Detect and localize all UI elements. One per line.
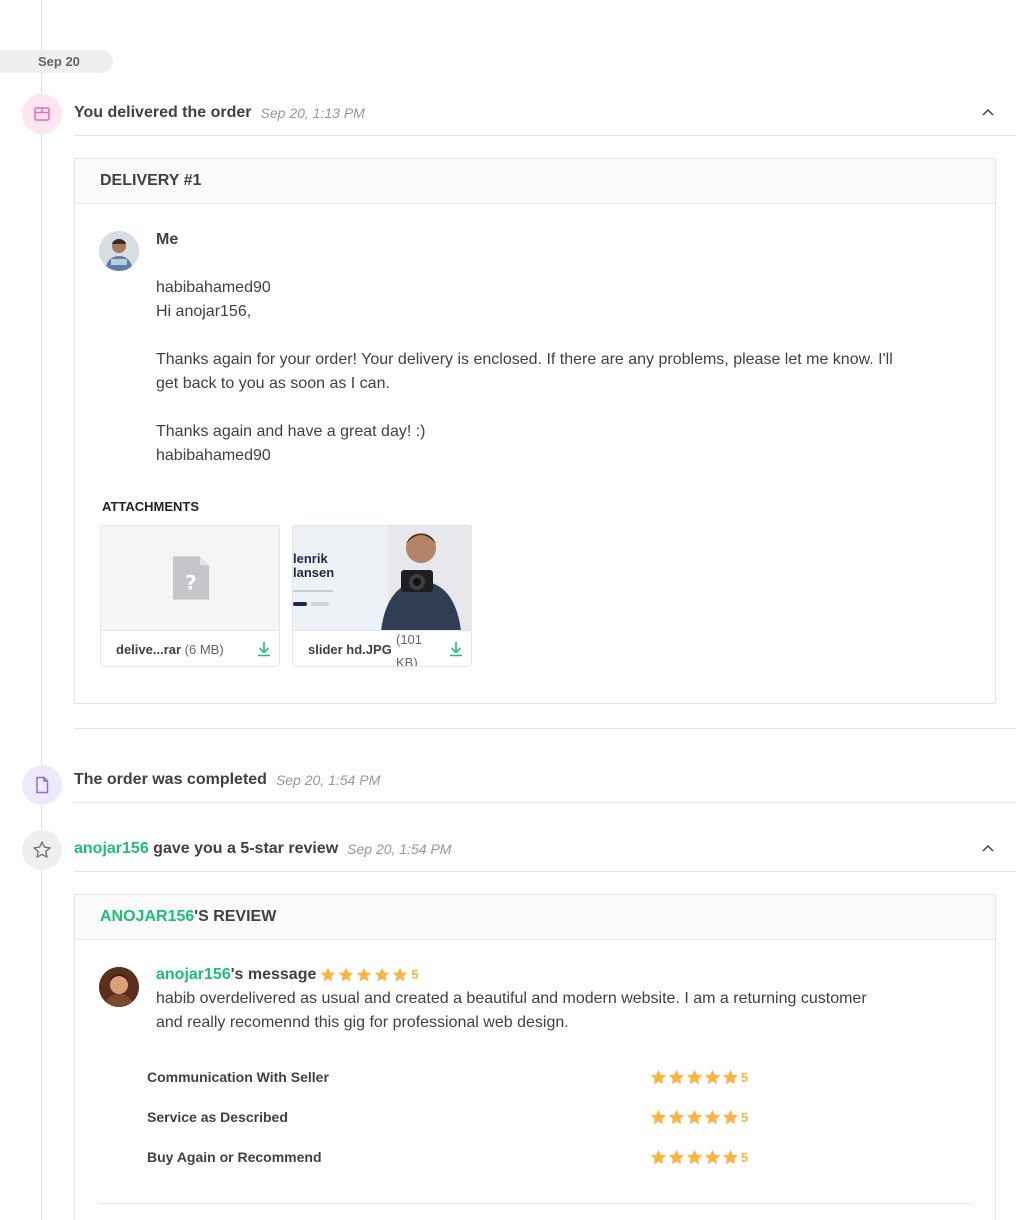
thumbnail-text: lansen <box>293 565 335 580</box>
avatar <box>99 967 139 1007</box>
star-icon <box>393 967 408 982</box>
review-card: ANOJAR156'S REVIEW anojar156's message 5… <box>74 894 996 1220</box>
rating-score: 5 <box>741 1150 749 1165</box>
star-icon <box>650 1149 667 1165</box>
attachment-thumbnail: ? <box>101 526 279 631</box>
download-icon[interactable] <box>449 641 463 657</box>
star-icon <box>321 967 336 982</box>
criteria-rating: 5 <box>650 1109 748 1126</box>
star-icon <box>650 1069 667 1085</box>
attachment-card[interactable]: ? delive...rar (6 MB) <box>100 525 280 667</box>
message-line: habibahamed90 <box>156 279 271 296</box>
reviewer-link[interactable]: anojar156 <box>74 840 149 857</box>
message-suffix: 's message <box>230 966 317 983</box>
star-icon <box>357 967 372 982</box>
file-name: slider hd.JPG <box>308 642 392 657</box>
star-icon <box>668 1109 685 1125</box>
review-message-heading: anojar156's message 5 <box>156 965 419 985</box>
event-delivered[interactable]: You delivered the order Sep 20, 1:13 PM <box>74 91 1016 136</box>
file-size-line: KB) <box>396 655 418 667</box>
unknown-file-icon: ? <box>173 556 209 600</box>
file-size-line: (101 <box>396 632 423 647</box>
divider <box>74 728 1016 729</box>
star-icon <box>704 1149 721 1165</box>
event-title: anojar156 gave you a 5-star review <box>74 840 338 858</box>
star-icon <box>686 1069 703 1085</box>
star-icon <box>339 967 354 982</box>
review-text: and really recomennd this gig for profes… <box>156 1014 569 1031</box>
criteria-rating: 5 <box>650 1069 748 1086</box>
rating-score: 5 <box>411 967 419 982</box>
event-title: The order was completed <box>74 771 267 788</box>
delivery-header: DELIVERY #1 <box>75 159 995 204</box>
star-icon <box>722 1149 739 1165</box>
svg-text:?: ? <box>185 572 196 595</box>
delivery-card: DELIVERY #1 Me habibahamed90 Hi anojar15… <box>74 158 996 704</box>
date-separator: Sep 20 <box>0 50 113 73</box>
event-completed: The order was completed Sep 20, 1:54 PM <box>74 758 1016 803</box>
star-icon <box>686 1109 703 1125</box>
thumbnail-text: lenrik <box>293 551 328 566</box>
criteria-row: Communication With Seller 5 <box>147 1069 757 1089</box>
package-icon <box>22 94 62 134</box>
message-line: Hi anojar156, <box>156 303 252 320</box>
attachment-card[interactable]: lenrik lansen slider hd.JPG (101 KB) <box>292 525 472 667</box>
criteria-label: Communication With Seller <box>147 1069 329 1085</box>
criteria-label: Buy Again or Recommend <box>147 1149 322 1165</box>
star-icon <box>375 967 390 982</box>
rating-score: 5 <box>741 1070 749 1085</box>
star-icon <box>668 1149 685 1165</box>
star-icon <box>668 1069 685 1085</box>
review-rating: 5 <box>320 965 419 985</box>
star-icon <box>722 1069 739 1085</box>
document-icon <box>22 765 62 805</box>
star-icon <box>722 1109 739 1125</box>
file-name: delive...rar <box>116 642 182 657</box>
star-icon <box>686 1149 703 1165</box>
message-line: Thanks again and have a great day! :) <box>156 423 426 440</box>
star-icon <box>704 1109 721 1125</box>
message-line: habibahamed90 <box>156 447 271 464</box>
file-size: (101 KB) <box>396 628 423 667</box>
event-title-suffix: gave you a 5-star review <box>148 840 339 857</box>
attachment-thumbnail: lenrik lansen <box>293 526 471 631</box>
criteria-rating: 5 <box>650 1149 748 1166</box>
attachments-label: ATTACHMENTS <box>102 499 200 514</box>
avatar <box>99 231 139 271</box>
reviewer-link[interactable]: anojar156 <box>156 965 231 985</box>
message-line: get back to you as soon as I can. <box>156 375 390 392</box>
event-title: You delivered the order <box>74 104 252 121</box>
event-time: Sep 20, 1:54 PM <box>275 772 381 788</box>
chevron-up-icon[interactable] <box>980 840 996 856</box>
event-review[interactable]: anojar156 gave you a 5-star review Sep 2… <box>74 827 1016 872</box>
download-icon[interactable] <box>257 641 271 657</box>
message-line: Thanks again for your order! Your delive… <box>156 351 893 368</box>
review-header-suffix: 'S REVIEW <box>194 908 277 925</box>
criteria-label: Service as Described <box>147 1109 288 1125</box>
star-icon <box>704 1069 721 1085</box>
file-size: (6 MB) <box>184 642 224 657</box>
star-icon <box>650 1109 667 1125</box>
review-text: habib overdelivered as usual and created… <box>156 990 867 1007</box>
event-time: Sep 20, 1:13 PM <box>260 105 365 121</box>
attachment-name: delive...rar (6 MB) <box>116 642 224 657</box>
rating-score: 5 <box>741 1110 749 1125</box>
timeline-line <box>41 0 42 1220</box>
criteria-row: Service as Described 5 <box>147 1109 757 1129</box>
criteria-row: Buy Again or Recommend 5 <box>147 1149 757 1169</box>
sender-name: Me <box>156 231 179 248</box>
review-header: ANOJAR156'S REVIEW <box>75 895 995 940</box>
divider <box>99 1203 971 1204</box>
event-time: Sep 20, 1:54 PM <box>347 841 452 857</box>
chevron-up-icon[interactable] <box>980 104 996 120</box>
star-outline-icon <box>22 830 62 870</box>
review-header-user: ANOJAR156 <box>100 908 195 925</box>
